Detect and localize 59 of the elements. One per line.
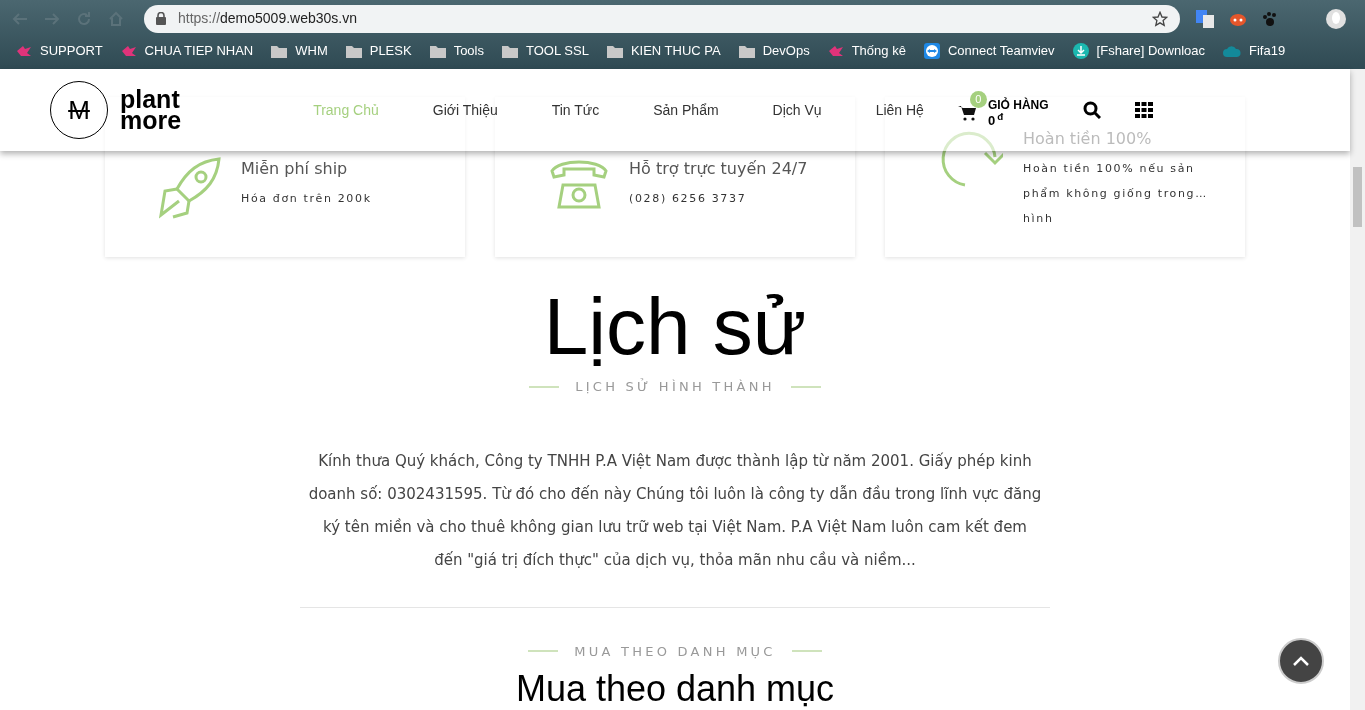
rocket-icon — [159, 157, 221, 219]
folder-icon — [345, 44, 362, 58]
feature-description: Hóa đơn trên 200k — [241, 191, 372, 207]
search-icon[interactable] — [1082, 101, 1101, 119]
feature-description: Hoàn tiền 100% nếu sản phẩm không giống trong… hình — [1023, 161, 1208, 227]
site-logo[interactable]: M plant more — [50, 81, 182, 139]
download-icon — [1072, 43, 1089, 59]
animal-face-icon[interactable] — [1230, 11, 1246, 26]
logo-icon — [16, 45, 32, 57]
paw-icon[interactable] — [1262, 10, 1278, 27]
folder-icon — [606, 44, 623, 58]
cart-label: GIỎ HÀNG — [987, 97, 1049, 113]
address-bar[interactable]: https://demo5009.web30s.vn — [144, 4, 1180, 33]
nav-link[interactable]: Liên Hệ — [875, 99, 924, 121]
feature-title: Miễn phí ship — [241, 158, 349, 180]
folder-icon — [738, 44, 755, 58]
feature-title: Hỗ trợ trực tuyến 24/7 — [629, 158, 808, 180]
feature-title: Hoàn tiền 100% — [1023, 128, 1153, 150]
bookmark-item[interactable]: SUPPORT — [16, 41, 103, 61]
nav-link[interactable]: Tin Tức — [551, 99, 600, 121]
section-subtitle: LỊCH SỬ HÌNH THÀNH — [575, 377, 775, 396]
chevron-up-icon — [1293, 656, 1309, 666]
nav-link[interactable]: Dịch Vụ — [772, 99, 822, 121]
arrows-icon — [923, 43, 940, 59]
back-to-top-button[interactable] — [1278, 638, 1324, 684]
section-heading: Lịch sử — [543, 281, 807, 373]
cloud-icon — [1223, 45, 1241, 57]
bookmark-item[interactable]: WHM — [271, 41, 328, 61]
nav-link[interactable]: Giới Thiệu — [432, 99, 498, 121]
star-icon[interactable] — [1152, 10, 1168, 27]
bookmark-item[interactable]: [Fshare] Downloac — [1072, 41, 1205, 61]
folder-icon — [502, 44, 518, 58]
bookmark-item[interactable]: KIEN THUC PA — [606, 41, 721, 61]
logo-icon — [827, 45, 844, 57]
profile-avatar-icon[interactable] — [1326, 8, 1346, 29]
logo-text: plant more — [120, 89, 182, 131]
bookmark-item[interactable]: DevOps — [738, 41, 810, 61]
grid-menu-icon[interactable] — [1134, 102, 1153, 118]
cart-icon — [957, 105, 976, 121]
bookmark-item[interactable]: Fifa19 — [1223, 41, 1286, 61]
feature-description: (028) 6256 3737 — [629, 191, 748, 207]
folder-icon — [271, 44, 288, 58]
bookmark-item[interactable]: CHUA TIEP NHAN — [120, 41, 254, 61]
nav-link[interactable]: Sản Phẩm — [653, 99, 719, 121]
folder-icon — [429, 44, 446, 58]
translate-icon[interactable] — [1196, 9, 1214, 28]
bookmark-item[interactable]: Connect Teamviev — [923, 41, 1055, 61]
logo-icon — [120, 45, 137, 57]
section-subtitle: MUA THEO DANH MỤC — [574, 642, 776, 661]
bookmark-item[interactable]: Tools — [429, 41, 484, 61]
bookmark-item[interactable]: TOOL SSL — [502, 41, 589, 61]
url-text: https://demo5009.web30s.vn — [178, 9, 359, 28]
bookmark-item[interactable]: PLESK — [345, 41, 412, 61]
section-heading: Mua theo danh mục — [515, 669, 835, 709]
lock-icon — [156, 12, 166, 25]
cart-button[interactable]: 0 GIỎ HÀNG 0$^{đ}$ — [957, 91, 1049, 129]
history-paragraph: Kính thưa Quý khách, Công ty TNHH P.A Việt Nam được thành lập từ năm 2001. Giấy phép kinh doanh số: 0302431595. Từ đó cho đến này Chúng tôi luôn là công ty dẫn đầu trong lĩnh vực đăng ký tên miền và cho thuê không gian lưu trữ web tại Việt Nam. P.A Việt Nam luôn cam kết đem đến "giá trị đích thực" của dịch vụ, thỏa mãn nhu cầu và niềm... — [307, 450, 1043, 571]
bookmark-item[interactable]: Thống kê — [827, 41, 906, 61]
cart-total: 0$^{đ}$ — [987, 113, 1005, 129]
